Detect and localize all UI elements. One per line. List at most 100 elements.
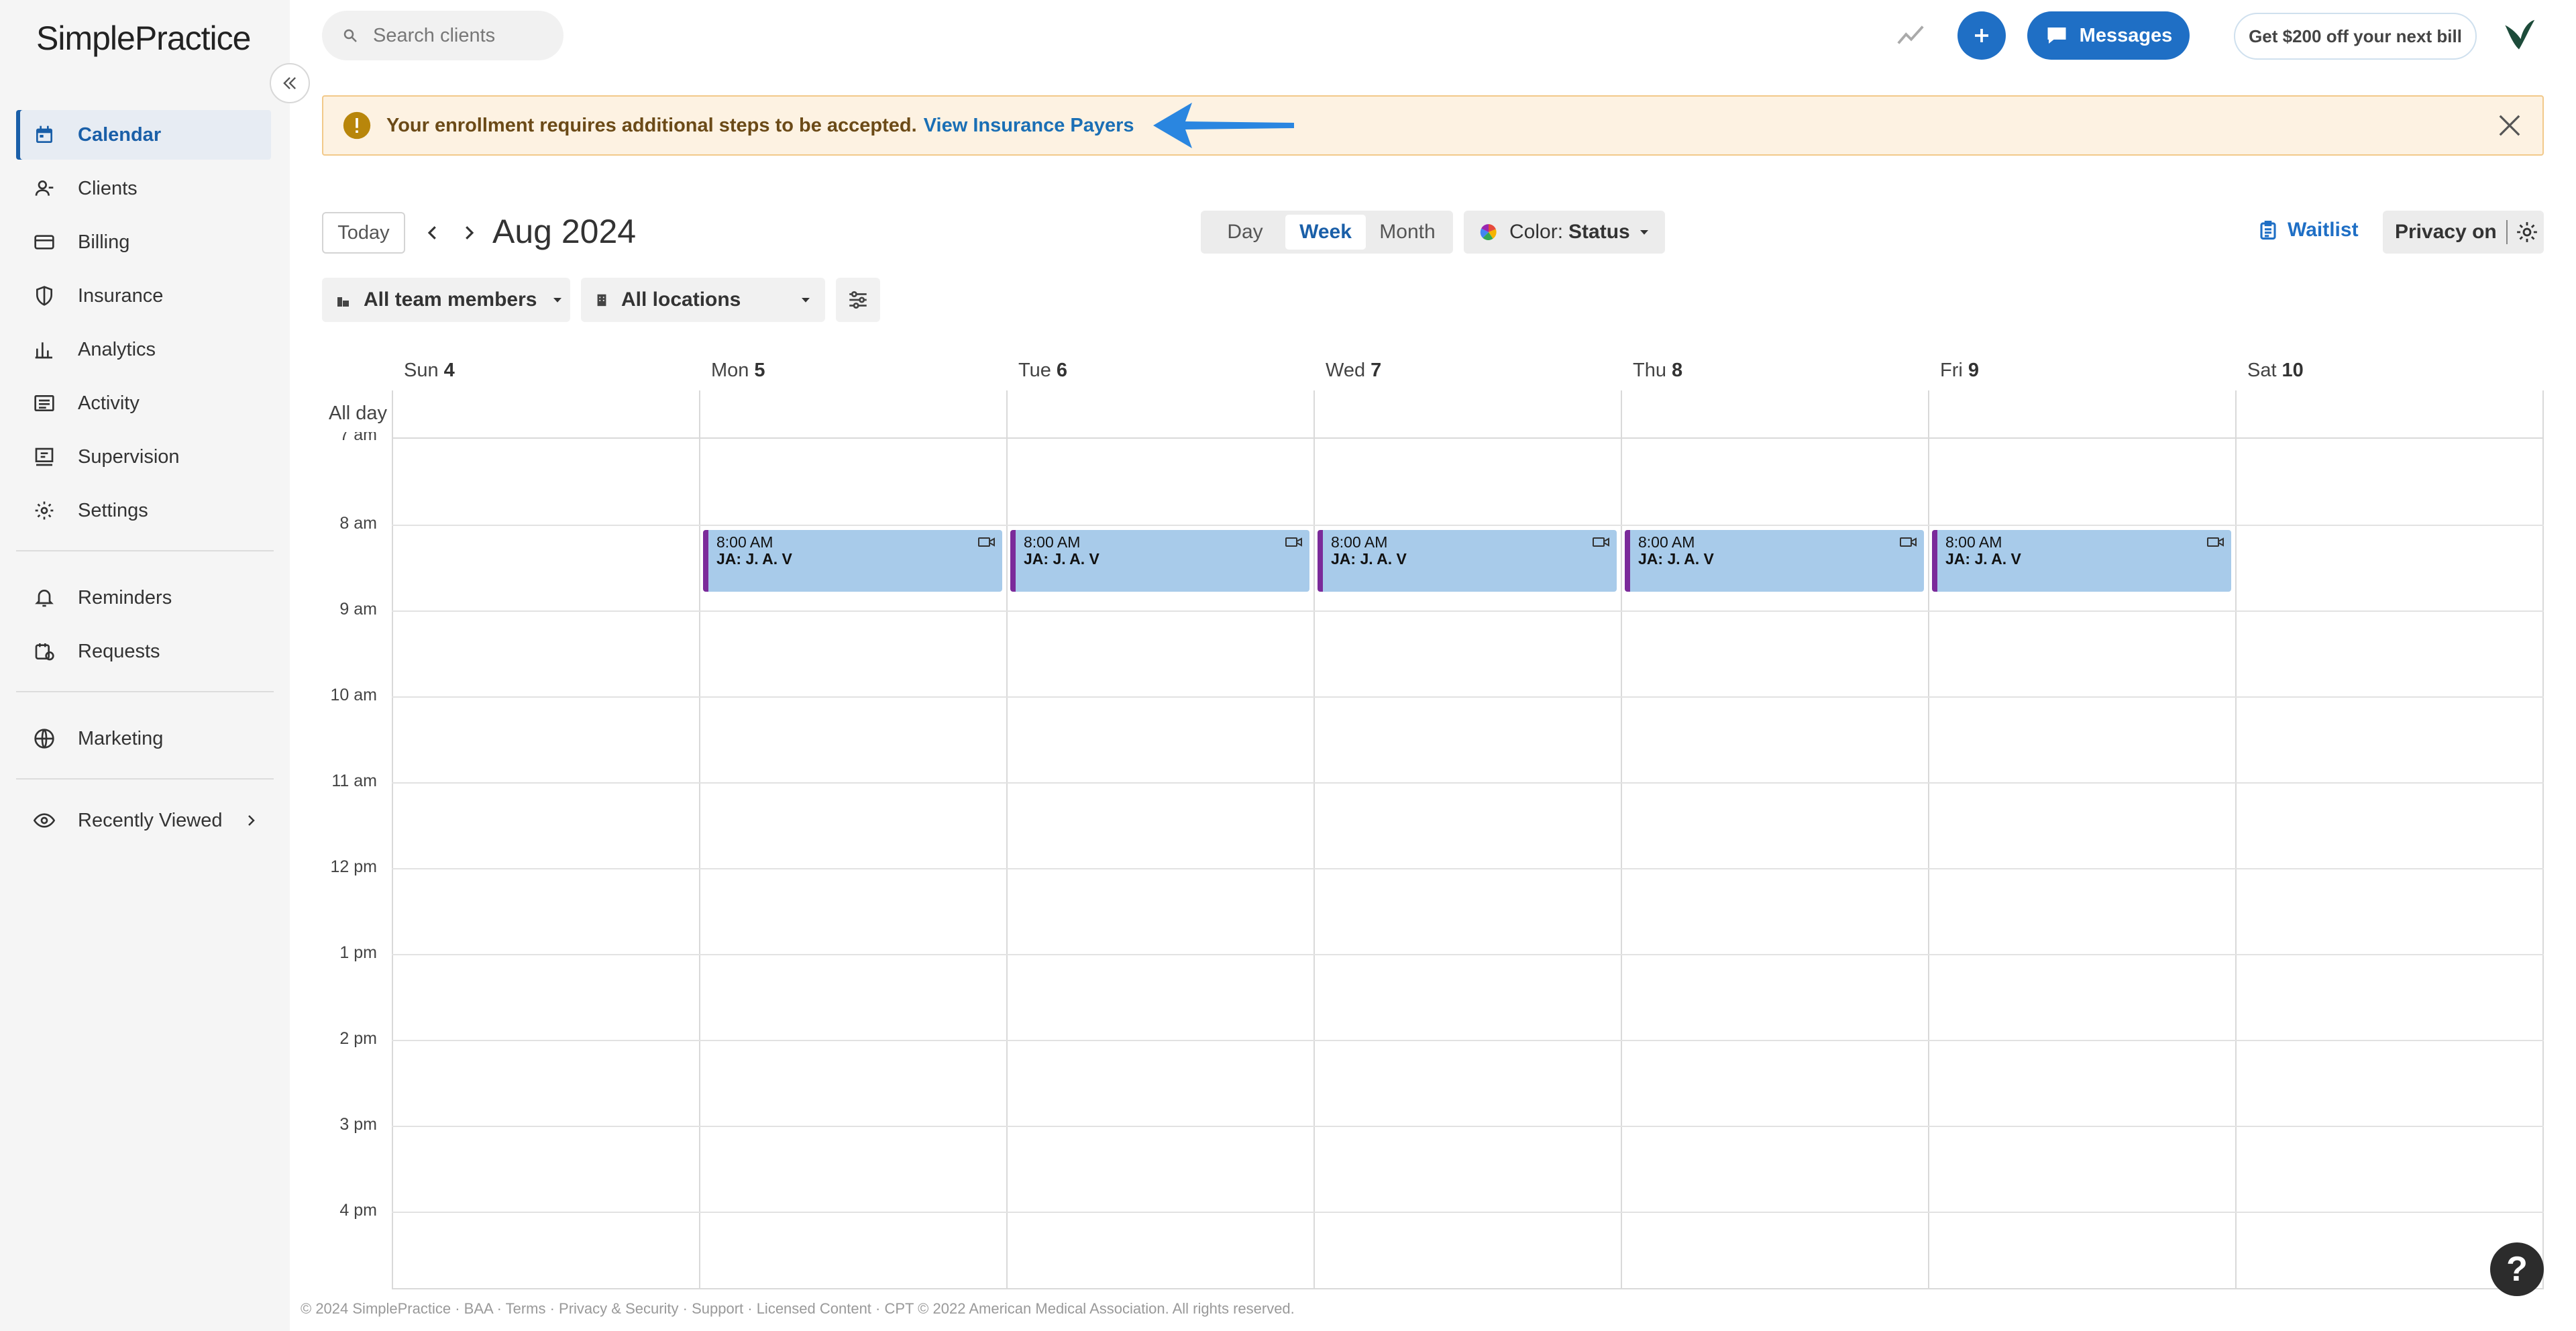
appointment-event[interactable]: 8:00 AM JA: J. A. V	[1625, 530, 1924, 592]
view-day-tab[interactable]: Day	[1205, 215, 1285, 250]
sidebar-item-clients[interactable]: Clients	[16, 164, 271, 213]
day-header-mon[interactable]: Mon 5	[711, 360, 765, 382]
view-week-tab[interactable]: Week	[1285, 215, 1366, 250]
sidebar-item-reminders[interactable]: Reminders	[16, 573, 271, 623]
view-insurance-payers-link[interactable]: View Insurance Payers	[924, 115, 1134, 137]
event-time: 8:00 AM	[716, 533, 773, 551]
next-week-button[interactable]	[459, 221, 479, 244]
sidebar-item-recently-viewed[interactable]: Recently Viewed	[16, 796, 271, 845]
period-title: Aug 2024	[492, 213, 637, 250]
close-icon[interactable]	[2497, 113, 2522, 138]
waitlist-button[interactable]: Waitlist	[2258, 219, 2359, 242]
video-camera-icon	[1900, 535, 1917, 549]
enrollment-warning-banner: Your enrollment requires additional step…	[322, 95, 2544, 156]
messages-button[interactable]: Messages	[2027, 11, 2190, 60]
supervision-icon	[31, 443, 58, 470]
add-button[interactable]	[1957, 11, 2006, 60]
day-header-sat[interactable]: Sat 10	[2247, 360, 2304, 382]
team-icon	[335, 292, 352, 308]
team-filter-label: All team members	[364, 288, 537, 311]
sidebar-divider	[16, 691, 274, 692]
calendar-filters-button[interactable]	[836, 278, 880, 322]
sidebar-item-marketing[interactable]: Marketing	[16, 714, 271, 763]
privacy-label: Privacy on	[2395, 221, 2497, 243]
all-day-label: All day	[329, 403, 388, 424]
team-members-filter[interactable]: All team members	[322, 278, 570, 322]
event-title: JA: J. A. V	[1024, 550, 1099, 568]
hour-label: 2 pm	[339, 1029, 377, 1048]
video-camera-icon	[1593, 535, 1610, 549]
globe-icon	[31, 725, 58, 752]
sidebar-item-analytics[interactable]: Analytics	[16, 325, 271, 374]
day-header-sun[interactable]: Sun 4	[404, 360, 455, 382]
sidebar-item-label: Analytics	[78, 338, 156, 360]
privacy-divider	[2506, 220, 2508, 244]
sidebar-item-activity[interactable]: Activity	[16, 378, 271, 428]
color-value: Status	[1568, 221, 1630, 243]
event-time: 8:00 AM	[1638, 533, 1695, 551]
sidebar-item-calendar[interactable]: Calendar	[16, 110, 271, 160]
search-icon	[342, 28, 358, 44]
day-header-wed[interactable]: Wed 7	[1326, 360, 1381, 382]
hour-label: 12 pm	[330, 857, 377, 876]
promo-button[interactable]: Get $200 off your next bill	[2234, 13, 2477, 60]
day-of-week: Sat	[2247, 360, 2277, 381]
banner-message: Your enrollment requires additional step…	[386, 114, 917, 136]
today-button[interactable]: Today	[322, 212, 405, 254]
previous-week-button[interactable]	[423, 221, 443, 244]
account-logo-avatar[interactable]	[2498, 15, 2540, 56]
plus-icon	[1972, 25, 1992, 46]
day-of-week: Tue	[1018, 360, 1051, 381]
arrow-left-annotation-icon	[1152, 99, 1295, 152]
day-of-week: Thu	[1633, 360, 1666, 381]
caret-down-icon	[800, 294, 812, 306]
sidebar-item-insurance[interactable]: Insurance	[16, 271, 271, 321]
clients-icon	[31, 175, 58, 202]
color-by-dropdown[interactable]: Color: Status	[1464, 211, 1665, 254]
sidebar-item-label: Billing	[78, 231, 130, 253]
event-title: JA: J. A. V	[1945, 550, 2021, 568]
day-of-week: Fri	[1940, 360, 1963, 381]
gear-icon[interactable]	[2516, 221, 2538, 244]
day-date: 8	[1671, 360, 1683, 381]
day-header-thu[interactable]: Thu 8	[1633, 360, 1682, 382]
day-header-fri[interactable]: Fri 9	[1940, 360, 1979, 382]
sidebar-item-label: Marketing	[78, 727, 164, 749]
help-label: ?	[2506, 1250, 2528, 1289]
sliders-icon	[847, 288, 869, 311]
appointment-event[interactable]: 8:00 AM JA: J. A. V	[1318, 530, 1617, 592]
sidebar-item-label: Clients	[78, 177, 138, 199]
appointment-event[interactable]: 8:00 AM JA: J. A. V	[703, 530, 1002, 592]
help-button[interactable]: ?	[2490, 1242, 2544, 1296]
hour-label: 9 am	[339, 600, 377, 619]
event-time: 8:00 AM	[1945, 533, 2002, 551]
hour-label: 3 pm	[339, 1115, 377, 1134]
collapse-sidebar-button[interactable]	[270, 63, 310, 103]
privacy-toggle[interactable]: Privacy on	[2383, 211, 2544, 254]
video-camera-icon	[2207, 535, 2224, 549]
locations-filter[interactable]: All locations	[581, 278, 825, 322]
hour-label: 10 am	[330, 686, 377, 704]
messages-label: Messages	[2079, 24, 2173, 46]
appointment-event[interactable]: 8:00 AM JA: J. A. V	[1010, 530, 1309, 592]
grid-bottom-line	[392, 1288, 2544, 1289]
day-header-tue[interactable]: Tue 6	[1018, 360, 1067, 382]
sidebar-item-settings[interactable]: Settings	[16, 486, 271, 535]
sidebar: SimplePractice Calendar Clients Billing …	[0, 0, 290, 1331]
appointment-event[interactable]: 8:00 AM JA: J. A. V	[1932, 530, 2231, 592]
day-of-week: Sun	[404, 360, 439, 381]
sidebar-item-requests[interactable]: Requests	[16, 627, 271, 676]
sidebar-item-supervision[interactable]: Supervision	[16, 432, 271, 482]
hour-line	[392, 525, 2544, 526]
sidebar-item-label: Activity	[78, 392, 140, 414]
trend-chart-icon[interactable]	[1896, 20, 1927, 51]
sidebar-item-billing[interactable]: Billing	[16, 217, 271, 267]
day-of-week: Wed	[1326, 360, 1366, 381]
day-date: 9	[1968, 360, 1979, 381]
view-month-tab[interactable]: Month	[1366, 215, 1449, 250]
search-input[interactable]: Search clients	[322, 11, 564, 60]
app-logo[interactable]: SimplePractice	[36, 19, 251, 58]
activity-list-icon	[31, 390, 58, 417]
view-switcher: Day Week Month	[1201, 211, 1453, 254]
hour-line	[392, 1040, 2544, 1041]
